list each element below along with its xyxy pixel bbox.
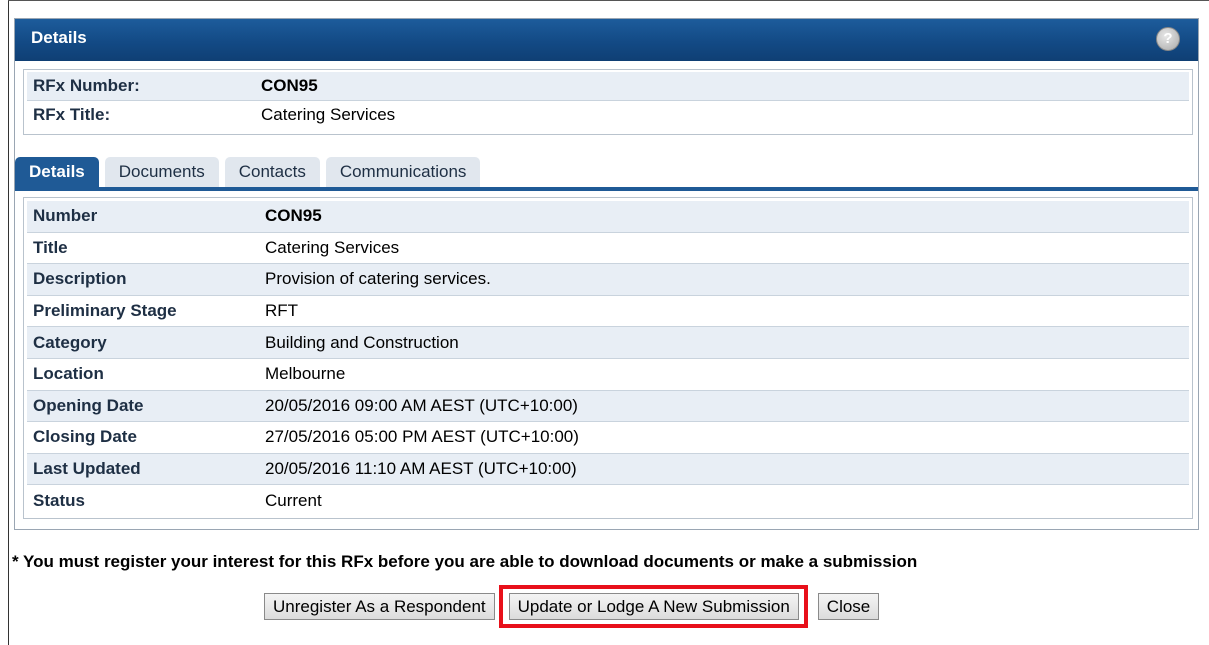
tab-documents[interactable]: Documents: [104, 157, 219, 187]
summary-row: RFx Number: CON95: [27, 72, 1189, 101]
field-value: RFT: [259, 295, 1189, 328]
field-value: Catering Services: [259, 232, 1189, 265]
field-value: Melbourne: [259, 358, 1189, 391]
details-panel: Details ? RFx Number: CON95 RFx Title: Cate…: [14, 18, 1199, 530]
field-label: Closing Date: [27, 421, 259, 454]
detail-row: Status Current: [27, 484, 1189, 516]
field-label: Title: [27, 232, 259, 265]
details-table: Number CON95 Title Catering Services Descrip…: [27, 201, 1189, 516]
detail-row: Closing Date 27/05/2016 05:00 PM AEST (UT…: [27, 421, 1189, 454]
detail-row: Title Catering Services: [27, 232, 1189, 265]
highlight-box: Update or Lodge A New Submission: [498, 585, 808, 628]
field-label: Preliminary Stage: [27, 295, 259, 328]
field-label: Opening Date: [27, 390, 259, 423]
field-label: Last Updated: [27, 453, 259, 486]
register-notice: * You must register your interest for th…: [12, 552, 918, 571]
detail-row: Location Melbourne: [27, 358, 1189, 391]
field-value: 27/05/2016 05:00 PM AEST (UTC+10:00): [259, 421, 1189, 454]
unregister-button[interactable]: Unregister As a Respondent: [264, 593, 495, 620]
panel-header: Details ?: [15, 19, 1198, 61]
update-submission-button[interactable]: Update or Lodge A New Submission: [508, 593, 799, 620]
detail-row: Number CON95: [27, 201, 1189, 233]
tab-details[interactable]: Details: [15, 157, 99, 187]
detail-row: Description Provision of catering service…: [27, 263, 1189, 296]
summary-row: RFx Title: Catering Services: [27, 100, 1189, 129]
detail-row: Preliminary Stage RFT: [27, 295, 1189, 328]
action-buttons: Unregister As a Respondent Update or Lod…: [264, 585, 889, 628]
close-button[interactable]: Close: [817, 593, 880, 620]
page-top-border: [8, 0, 1209, 1]
field-value: 20/05/2016 11:10 AM AEST (UTC+10:00): [259, 453, 1189, 486]
field-value: CON95: [259, 201, 1189, 233]
field-label: Category: [27, 326, 259, 359]
detail-row: Last Updated 20/05/2016 11:10 AM AEST (UT…: [27, 453, 1189, 486]
field-label: RFx Title:: [27, 100, 255, 129]
field-value: Current: [259, 484, 1189, 516]
rfx-summary: RFx Number: CON95 RFx Title: Catering Servi…: [23, 69, 1193, 135]
panel-title: Details: [31, 28, 87, 47]
tab-bar: Details Documents Contacts Communications: [15, 157, 486, 187]
field-value: Building and Construction: [259, 326, 1189, 359]
field-label: Status: [27, 484, 259, 516]
field-label: RFx Number:: [27, 72, 255, 101]
field-value: 20/05/2016 09:00 AM AEST (UTC+10:00): [259, 390, 1189, 423]
field-value: Provision of catering services.: [259, 263, 1189, 296]
page-left-border: [8, 0, 9, 645]
tab-contacts[interactable]: Contacts: [224, 157, 320, 187]
tab-underline: [15, 187, 1198, 191]
summary-table: RFx Number: CON95 RFx Title: Catering Servi…: [27, 72, 1189, 129]
field-label: Location: [27, 358, 259, 391]
field-value: CON95: [255, 72, 1189, 101]
detail-row: Opening Date 20/05/2016 09:00 AM AEST (UT…: [27, 390, 1189, 423]
tab-communications[interactable]: Communications: [325, 157, 481, 187]
help-question-icon[interactable]: ?: [1156, 27, 1180, 51]
details-box: Number CON95 Title Catering Services Descrip…: [23, 197, 1193, 519]
field-value: Catering Services: [255, 100, 1189, 129]
detail-row: Category Building and Construction: [27, 326, 1189, 359]
field-label: Description: [27, 263, 259, 296]
field-label: Number: [27, 201, 259, 233]
